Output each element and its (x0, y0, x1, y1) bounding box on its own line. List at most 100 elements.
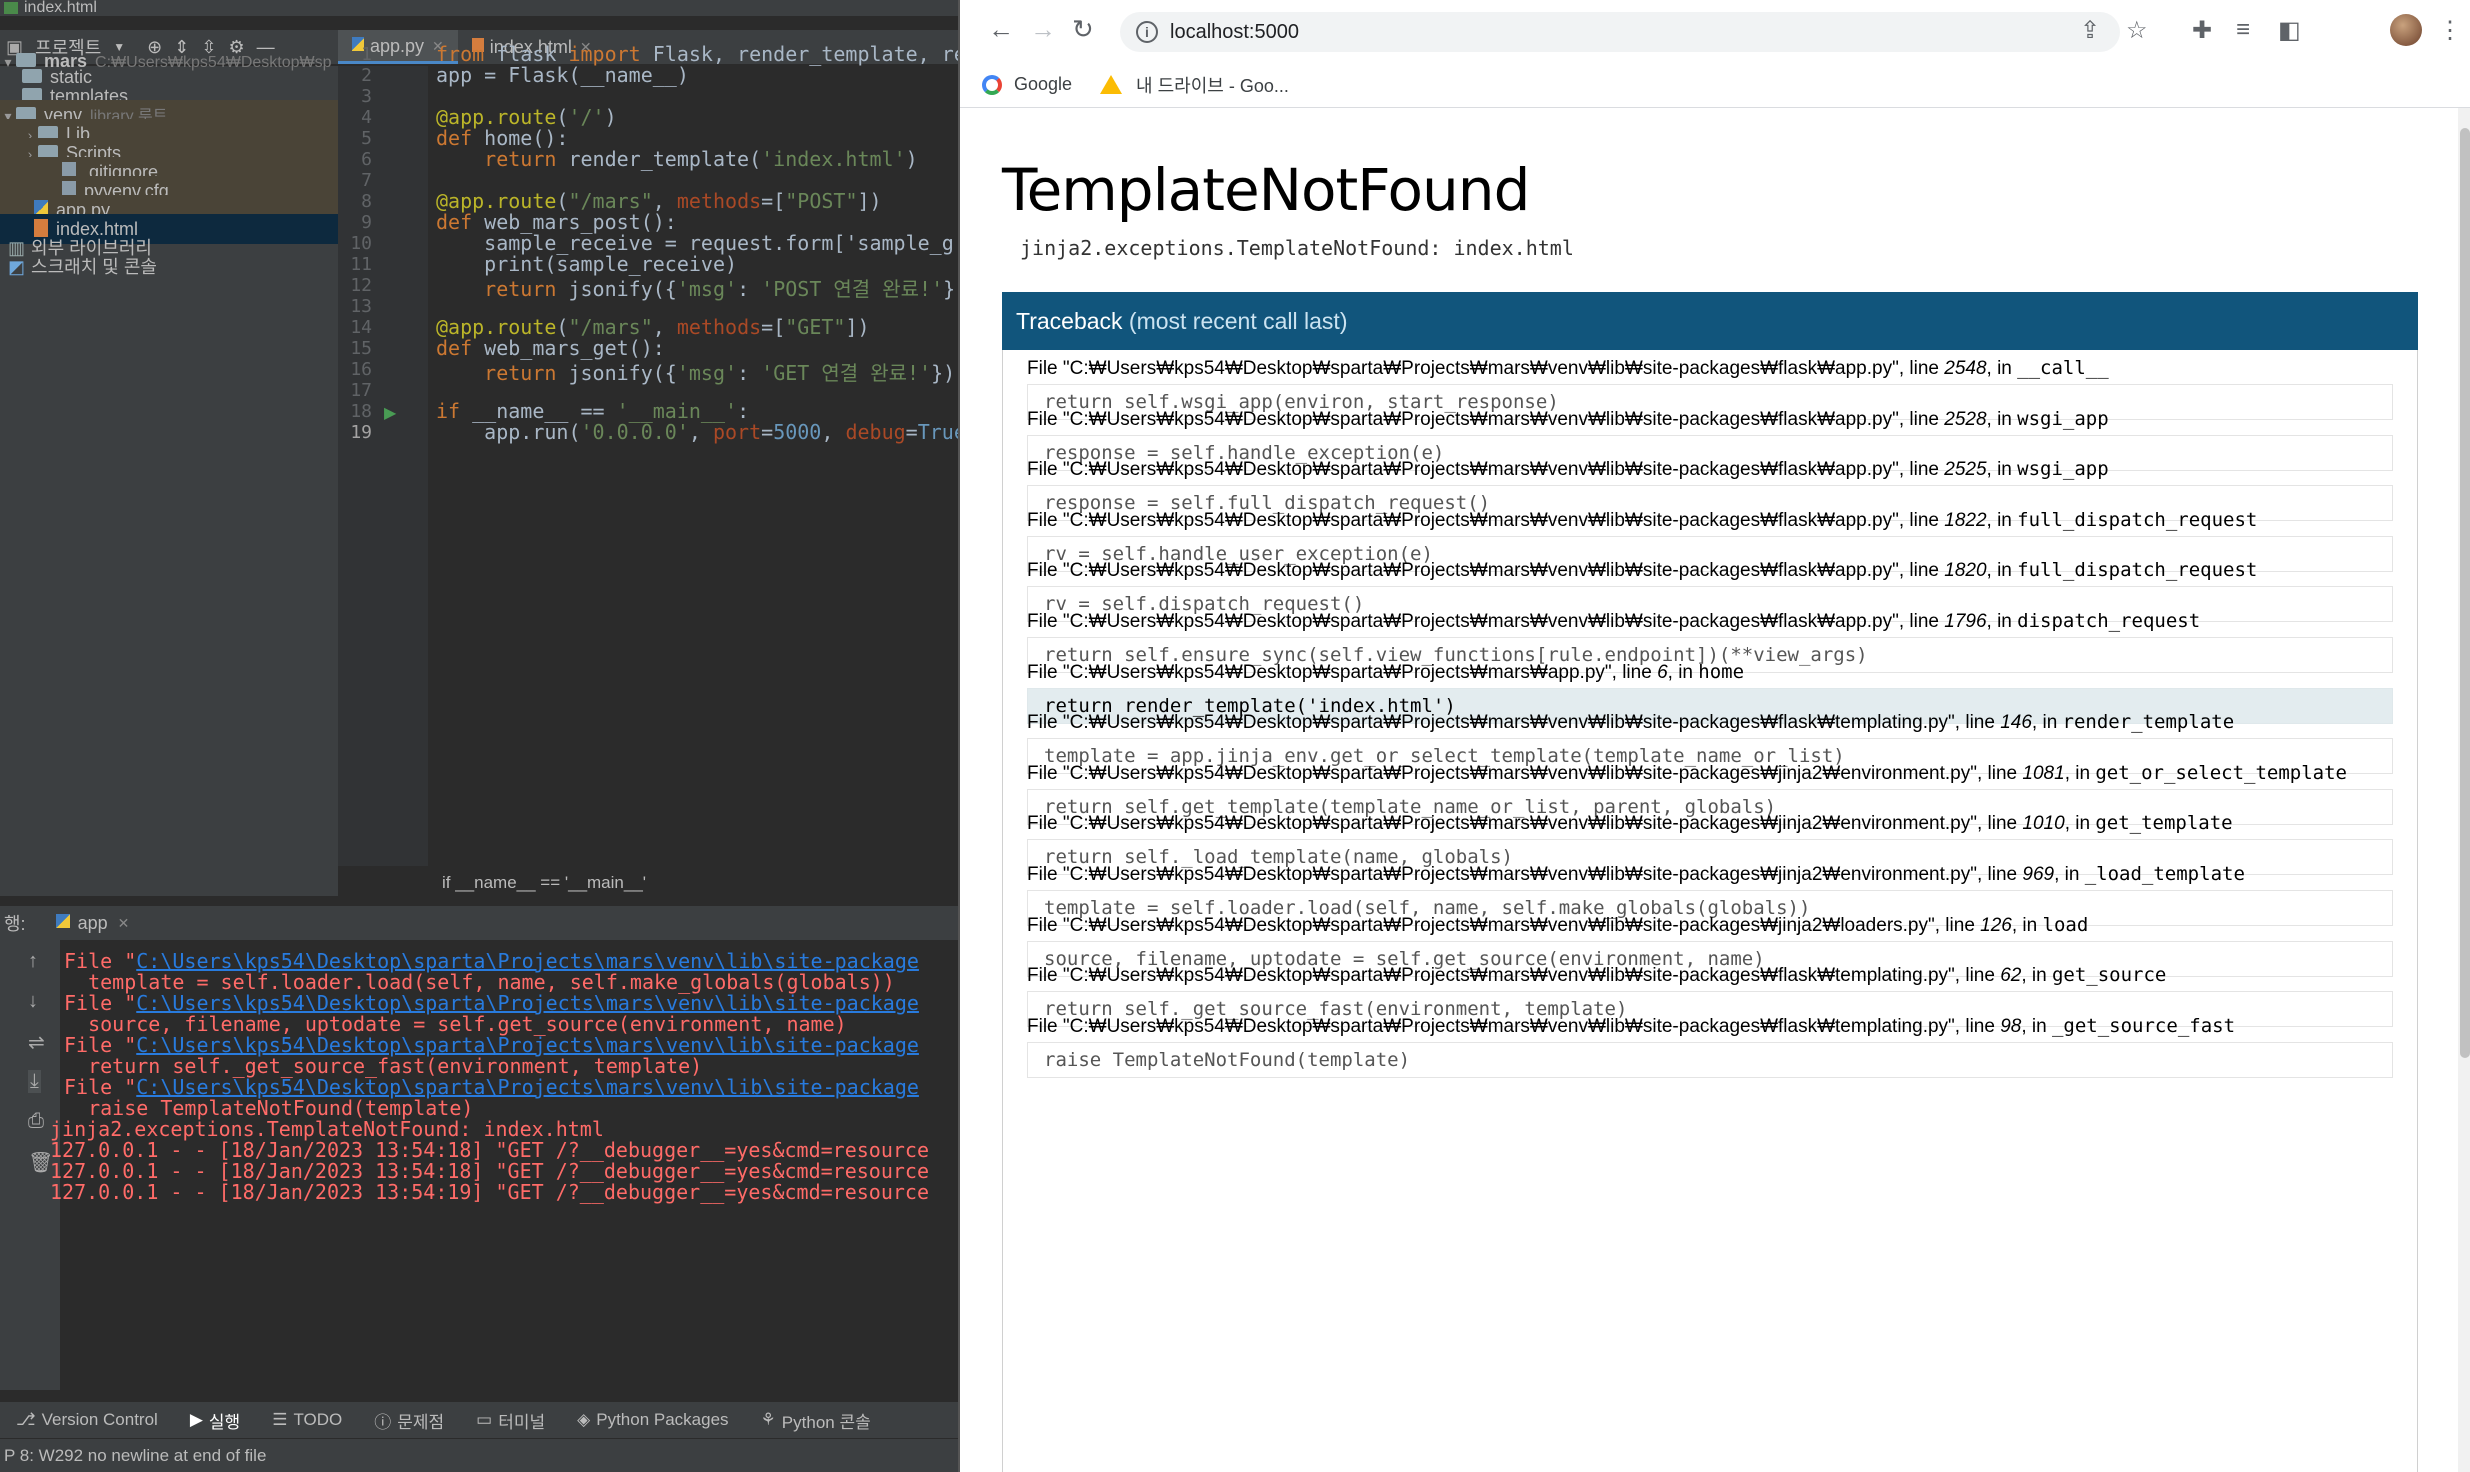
frame-file-label: File (1027, 914, 1063, 936)
frame-location: File "C:₩Users₩kps54₩Desktop₩sparta₩Proj… (1027, 961, 2393, 989)
code-editor[interactable] (428, 66, 958, 866)
tab-label: app.py (370, 35, 425, 56)
menu-icon[interactable]: ⋮ (2438, 16, 2462, 45)
run-panel-label: 행: (4, 914, 26, 934)
tool-version-control[interactable]: ⎇ Version Control (16, 1410, 158, 1430)
project-tree: ▾ mars C:₩Users₩kps54₩Desktop₩sp static te… (0, 51, 338, 896)
tool-todo[interactable]: ☰ TODO (272, 1410, 342, 1430)
code-line: app.run('0.0.0.0', port=5000, debug=True… (436, 420, 958, 444)
scrollbar-thumb[interactable] (2460, 128, 2470, 1058)
frame-line-number: 126 (1980, 914, 2012, 936)
tool-label: TODO (293, 1410, 343, 1429)
frame-line-number: 6 (1657, 661, 1668, 683)
frame-line-label: , line (1976, 864, 2023, 885)
code-line: app = Flask(__name__) (436, 63, 689, 87)
tool-terminal[interactable]: ▭ 터미널 (476, 1408, 545, 1433)
frame-file-path: "C:₩Users₩kps54₩Desktop₩sparta₩Projects₩… (1062, 358, 1899, 379)
frame-line-label: , line (1898, 358, 1945, 379)
frame-file-label: File (1027, 1015, 1063, 1037)
status-bar: P 8: W292 no newline at end of file (0, 1438, 958, 1472)
info-icon[interactable]: i (1136, 21, 1158, 43)
side-panel-icon[interactable]: ◧ (2278, 16, 2301, 45)
scroll-to-end-icon[interactable]: ⤓ (28, 1070, 41, 1093)
tool-python-console[interactable]: ⚘ Python 콘솔 (761, 1408, 871, 1433)
frame-in-label: , in (1986, 459, 2018, 481)
code-line: return jsonify({'msg': 'GET 연결 완료!'}) (484, 361, 956, 385)
traceback-subtitle: (most recent call last) (1128, 308, 1348, 334)
frame-line-number: 2548 (1944, 358, 1987, 379)
soft-wrap-icon[interactable]: ⇌ (28, 1030, 45, 1055)
frame-line-number: 1820 (1944, 560, 1987, 582)
frame-function: wsgi_app (2017, 458, 2109, 481)
frame-source-line[interactable]: raise TemplateNotFound(template) (1027, 1041, 2393, 1078)
line-number: 11 (350, 254, 372, 275)
print-icon[interactable]: ⎙ (28, 1110, 44, 1133)
traceback-frame[interactable]: File "C:₩Users₩kps54₩Desktop₩sparta₩Proj… (1027, 1012, 2393, 1078)
back-icon[interactable]: ← (988, 14, 1014, 45)
traceback-header[interactable]: Traceback (most recent call last) (1002, 292, 2418, 350)
breadcrumb[interactable]: if __name__ == '__main__' (428, 868, 958, 898)
frame-in-label: , in (2021, 1015, 2052, 1037)
tool-problems[interactable]: ⓘ 문제점 (374, 1408, 444, 1433)
line-number: 19 (350, 422, 372, 443)
frame-line-label: , line (1934, 914, 1981, 936)
browser-window: ← → ↻ i localhost:5000 ⇪ ☆ ✚ ≡ ◧ ⋮ Googl… (958, 0, 2470, 1472)
line-number: 9 (361, 212, 372, 233)
frame-line-number: 1010 (2022, 813, 2065, 835)
frame-file-path: "C:₩Users₩kps54₩Desktop₩sparta₩Projects₩… (1062, 762, 1977, 784)
frame-location: File "C:₩Users₩kps54₩Desktop₩sparta₩Proj… (1027, 506, 2393, 534)
arrow-down-icon[interactable]: ↓ (28, 990, 38, 1013)
frame-in-label: , in (1986, 611, 2018, 632)
media-icon[interactable]: ≡ (2236, 16, 2250, 44)
frame-function: wsgi_app (2017, 407, 2109, 430)
frame-in-label: , in (2011, 914, 2043, 936)
traceback-frames: File "C:₩Users₩kps54₩Desktop₩sparta₩Proj… (1002, 350, 2418, 1472)
frame-line-label: , line (1898, 509, 1945, 531)
bookmark-google[interactable]: Google (982, 74, 1072, 95)
python-file-icon (55, 914, 70, 928)
ide-window-title: index.html (24, 0, 97, 16)
line-number: 15 (350, 338, 372, 359)
star-icon[interactable]: ☆ (2126, 16, 2148, 45)
frame-in-label: , in (2021, 965, 2052, 987)
frame-file-label: File (1027, 712, 1063, 734)
line-number: 13 (350, 296, 372, 317)
share-icon[interactable]: ⇪ (2080, 16, 2100, 45)
frame-file-path: "C:₩Users₩kps54₩Desktop₩sparta₩Projects₩… (1062, 459, 1899, 481)
tree-item-scratches[interactable]: ◩ 스크래치 및 콘솔 (0, 252, 338, 282)
python-icon: ⚘ (760, 1410, 776, 1429)
extensions-icon[interactable]: ✚ (2192, 16, 2212, 45)
line-number: 2 (361, 65, 372, 86)
code-line: return jsonify({'msg': 'POST 연결 완료!'} (484, 277, 956, 301)
list-icon: ☰ (272, 1410, 288, 1429)
line-number: 17 (350, 380, 372, 401)
line-number: 16 (350, 359, 372, 380)
line-number: 5 (361, 128, 372, 149)
avatar[interactable] (2390, 14, 2422, 46)
frame-file-path: "C:₩Users₩kps54₩Desktop₩sparta₩Projects₩… (1062, 560, 1899, 582)
run-tab-app[interactable]: app (78, 913, 108, 934)
address-bar[interactable]: i localhost:5000 (1120, 12, 2120, 52)
bookmark-drive[interactable]: 내 드라이브 - Goo... (1100, 72, 1289, 98)
bookmark-label: 내 드라이브 - Goo... (1136, 75, 1289, 96)
tool-run[interactable]: ▶ 실행 (190, 1408, 240, 1433)
branch-icon: ⎇ (16, 1410, 36, 1429)
traceback-title: Traceback (1016, 308, 1123, 334)
forward-icon[interactable]: → (1030, 14, 1056, 45)
frame-line-number: 1822 (1944, 509, 1987, 531)
reload-icon[interactable]: ↻ (1072, 14, 1094, 45)
tool-python-packages[interactable]: ◈ Python Packages (577, 1410, 728, 1430)
frame-in-label: , in (2054, 864, 2085, 885)
scrollbar[interactable] (2458, 108, 2470, 1472)
frame-in-label: , in (2031, 712, 2063, 734)
frame-location: File "C:₩Users₩kps54₩Desktop₩sparta₩Proj… (1027, 708, 2393, 736)
frame-file-path: "C:₩Users₩kps54₩Desktop₩sparta₩Projects₩… (1062, 611, 1899, 632)
arrow-up-icon[interactable]: ↑ (28, 950, 38, 973)
frame-location: File "C:₩Users₩kps54₩Desktop₩sparta₩Proj… (1027, 1012, 2393, 1040)
error-message: jinja2.exceptions.TemplateNotFound: inde… (1020, 236, 1574, 260)
run-gutter-icon[interactable]: ▶ (384, 403, 396, 423)
frame-line-number: 2528 (1944, 408, 1987, 430)
frame-function: load (2042, 913, 2089, 936)
ide-window: index.html ▣ 프로젝트 ▼ ⊕ ⇕ ⇳ ⚙ — ▾ mars C:₩Us… (0, 0, 958, 1472)
close-icon[interactable]: ✕ (118, 915, 130, 932)
